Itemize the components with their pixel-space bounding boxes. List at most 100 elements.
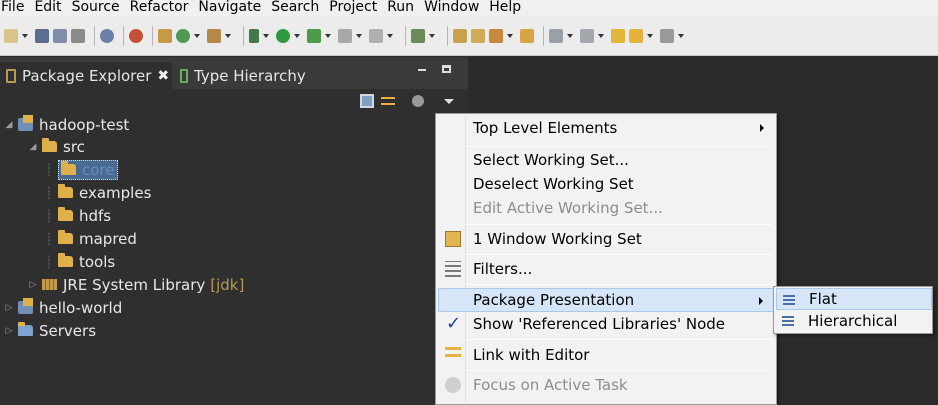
- menu-item-show-referenced-libraries[interactable]: ✓ Show 'Referenced Libraries' Node: [438, 312, 774, 336]
- new-icon[interactable]: [4, 28, 18, 43]
- menu-source[interactable]: Source: [69, 0, 127, 15]
- new-class-dropdown-icon[interactable]: [194, 29, 201, 43]
- menu-item-package-presentation[interactable]: Package Presentation: [438, 288, 774, 312]
- menu-separator: [466, 370, 772, 371]
- debug-dropdown-icon[interactable]: [263, 29, 270, 43]
- run-icon[interactable]: [276, 28, 290, 43]
- next-annotation-icon[interactable]: [580, 28, 594, 43]
- menu-separator: [466, 284, 772, 285]
- new-java-project-icon[interactable]: [158, 28, 172, 43]
- collapse-arrow-icon[interactable]: ▷: [4, 326, 14, 336]
- menu-item-filters[interactable]: Filters...: [438, 257, 774, 281]
- menu-run[interactable]: Run: [384, 0, 421, 15]
- type-hierarchy-icon: [180, 68, 188, 83]
- tab-type-hierarchy[interactable]: Type Hierarchy: [178, 62, 306, 89]
- submenu-item-flat[interactable]: Flat: [776, 288, 932, 310]
- menu-item-select-working-set[interactable]: Select Working Set...: [438, 148, 774, 172]
- expand-arrow-icon[interactable]: ◢: [4, 120, 14, 130]
- tree-item-hdfs[interactable]: ┊ hdfs: [44, 204, 111, 227]
- new-class-icon[interactable]: [176, 28, 190, 43]
- tree-item-hello-world[interactable]: ▷ hello-world: [4, 296, 122, 319]
- menu-item-top-level-elements[interactable]: Top Level Elements: [438, 116, 774, 140]
- folder-icon[interactable]: [520, 28, 534, 43]
- minimize-icon[interactable]: [418, 69, 426, 71]
- tree-item-label: Servers: [39, 321, 97, 340]
- save-icon[interactable]: [35, 28, 49, 43]
- back-icon[interactable]: [629, 28, 643, 43]
- debug-server-icon[interactable]: [129, 28, 143, 43]
- menu-item-deselect-working-set[interactable]: Deselect Working Set: [438, 172, 774, 196]
- menu-item-label: Filters...: [473, 260, 533, 278]
- collapse-all-icon[interactable]: [360, 94, 374, 108]
- menu-item-window-working-set[interactable]: 1 Window Working Set: [438, 227, 774, 251]
- tree-item-jre-system-library[interactable]: ▷ JRE System Library [jdk]: [28, 273, 245, 296]
- open-file-icon[interactable]: [471, 28, 485, 43]
- next-annotation-dropdown-icon[interactable]: [598, 29, 605, 43]
- skip-breakpoints-icon[interactable]: [100, 28, 114, 43]
- menu-file[interactable]: File: [0, 0, 31, 15]
- save-all-icon[interactable]: [53, 28, 67, 43]
- external-tools-icon[interactable]: [307, 28, 321, 43]
- toolbar-separator: [243, 25, 244, 46]
- collapse-arrow-icon[interactable]: ▷: [28, 280, 38, 290]
- menu-navigate[interactable]: Navigate: [195, 0, 268, 15]
- tree-item-mapred[interactable]: ┊ mapred: [44, 227, 137, 250]
- forward-dropdown-icon[interactable]: [678, 29, 685, 43]
- open-type-dropdown-icon[interactable]: [225, 29, 232, 43]
- view-menu-icon[interactable]: [444, 99, 454, 104]
- brush-icon[interactable]: [489, 28, 503, 43]
- annotation-dropdown-icon[interactable]: [567, 29, 574, 43]
- maximize-icon[interactable]: [442, 65, 451, 73]
- expand-arrow-icon[interactable]: ◢: [28, 142, 38, 152]
- task-dropdown-icon[interactable]: [429, 29, 436, 43]
- forward-icon[interactable]: [660, 28, 674, 43]
- stop-icon[interactable]: [338, 28, 352, 43]
- package-icon: [61, 161, 76, 175]
- debug-icon[interactable]: [249, 28, 259, 43]
- back-dropdown-icon[interactable]: [647, 29, 654, 43]
- submenu-arrow-icon: [760, 124, 764, 132]
- menu-separator: [466, 339, 772, 340]
- task-icon[interactable]: [411, 28, 425, 43]
- tree-item-core[interactable]: ┊ core: [44, 158, 118, 181]
- external-tools-dropdown-icon[interactable]: [325, 29, 332, 43]
- tree-item-hadoop-test[interactable]: ◢ hadoop-test: [4, 113, 129, 136]
- annotation-icon[interactable]: [549, 28, 563, 43]
- menu-item-label: Edit Active Working Set...: [473, 199, 663, 217]
- tree-item-tools[interactable]: ┊ tools: [44, 250, 115, 273]
- menu-separator: [466, 224, 772, 225]
- tree-guide: ┊: [45, 208, 53, 223]
- menu-project[interactable]: Project: [326, 0, 384, 15]
- brush-dropdown-icon[interactable]: [507, 29, 514, 43]
- link-with-editor-icon[interactable]: [381, 94, 395, 108]
- open-folder-icon[interactable]: [453, 28, 467, 43]
- tree-item-examples[interactable]: ┊ examples: [44, 181, 151, 204]
- submenu-item-hierarchical[interactable]: Hierarchical: [776, 310, 932, 332]
- print-icon[interactable]: [71, 28, 85, 43]
- menu-item-link-with-editor[interactable]: Link with Editor: [438, 343, 774, 367]
- run-dropdown-icon[interactable]: [294, 29, 301, 43]
- tab-package-explorer[interactable]: Package Explorer ✖: [0, 62, 172, 89]
- tree-item-servers[interactable]: ▷ Servers: [4, 319, 96, 342]
- toolbar-separator: [543, 25, 544, 46]
- menu-search[interactable]: Search: [268, 0, 326, 15]
- menu-edit[interactable]: Edit: [31, 0, 68, 15]
- menu-help[interactable]: Help: [486, 0, 528, 15]
- tree-item-src[interactable]: ◢ src: [28, 135, 85, 158]
- focus-task-icon[interactable]: [412, 95, 424, 107]
- menu-window[interactable]: Window: [421, 0, 486, 15]
- collapse-arrow-icon[interactable]: ▷: [4, 303, 14, 313]
- link-icon: [445, 347, 461, 363]
- tree-guide: ┊: [45, 254, 53, 269]
- menu-refactor[interactable]: Refactor: [127, 0, 196, 15]
- stop-dropdown-icon[interactable]: [356, 29, 363, 43]
- publish-icon[interactable]: [369, 28, 383, 43]
- submenu-arrow-icon: [759, 297, 763, 305]
- close-icon[interactable]: ✖: [157, 68, 169, 84]
- publish-dropdown-icon[interactable]: [387, 29, 394, 43]
- open-type-icon[interactable]: [207, 28, 221, 43]
- last-edit-icon[interactable]: [611, 28, 625, 43]
- new-dropdown-icon[interactable]: [22, 29, 29, 43]
- submenu-item-label: Hierarchical: [808, 312, 898, 330]
- tree-guide: ┊: [45, 231, 53, 246]
